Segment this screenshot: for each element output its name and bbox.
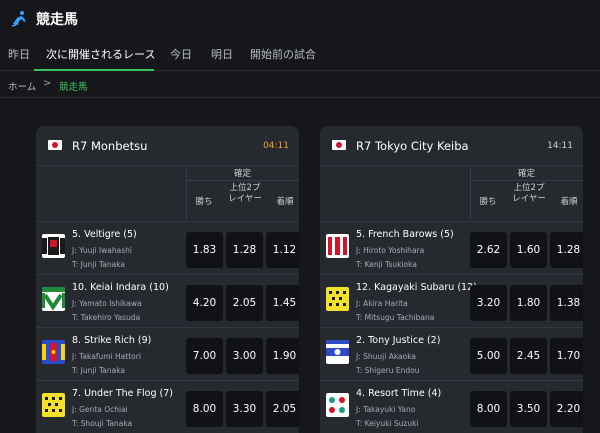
- tab-today[interactable]: 今日: [170, 46, 192, 62]
- odds-finish-button[interactable]: 1.70: [550, 338, 583, 374]
- race-card: R7 Tokyo City Keiba 14:11 確定勝ち 上位2プレイヤー着順 5.…: [320, 126, 583, 433]
- race-header[interactable]: R7 Monbetsu 04:11: [36, 126, 299, 166]
- place-column-header: 上位2プレイヤー: [228, 183, 262, 204]
- breadcrumb-current: 競走馬: [59, 82, 88, 93]
- runner-row: 12. Kagayaki Subaru (12) J: Akira Harita T…: [320, 274, 583, 327]
- jockey-name: J: Genta Ochiai: [72, 405, 128, 414]
- japan-flag-icon: [332, 140, 346, 150]
- tab-yesterday[interactable]: 昨日: [8, 46, 30, 62]
- jockey-name: J: Takayuki Yano: [356, 405, 416, 414]
- race-name: R7 Tokyo City Keiba: [356, 139, 469, 153]
- horse-racing-icon: [11, 11, 26, 27]
- market-group-header: 確定: [186, 167, 299, 181]
- top-bar: 競走馬: [0, 0, 600, 38]
- jockey-silk-icon: [326, 234, 349, 258]
- odds-place-button[interactable]: 2.45: [510, 338, 547, 374]
- trainer-name: T: Junji Tanaka: [72, 260, 126, 269]
- jockey-silk-icon: [326, 340, 349, 364]
- runner-row: 7. Under The Flog (7) J: Genta Ochiai T: S…: [36, 380, 299, 433]
- odds-finish-button[interactable]: 1.28: [550, 232, 583, 268]
- odds-place-button[interactable]: 3.00: [226, 338, 263, 374]
- race-start-time: 14:11: [547, 141, 573, 151]
- jockey-silk-icon: [326, 393, 349, 417]
- odds-win-button[interactable]: 1.83: [186, 232, 223, 268]
- odds-place-button[interactable]: 1.80: [510, 285, 547, 321]
- finish-column-header: 着順: [560, 197, 578, 207]
- tab-tomorrow[interactable]: 明日: [211, 46, 233, 62]
- odds-win-button[interactable]: 4.20: [186, 285, 223, 321]
- jockey-silk-icon: [326, 287, 349, 311]
- odds-win-button[interactable]: 7.00: [186, 338, 223, 374]
- trainer-name: T: Keiyuki Suzuki: [356, 419, 419, 428]
- runner-name[interactable]: 12. Kagayaki Subaru (12): [356, 282, 477, 293]
- runner-row: 5. French Barows (5) J: Hiroto Yoshihara T…: [320, 221, 583, 274]
- odds-win-button[interactable]: 8.00: [186, 391, 223, 427]
- race-card: R7 Monbetsu 04:11 確定勝ち 上位2プレイヤー着順 5. Veltigr…: [36, 126, 299, 433]
- runner-name[interactable]: 7. Under The Flog (7): [72, 388, 173, 399]
- runner-name[interactable]: 5. French Barows (5): [356, 229, 454, 240]
- odds-finish-button[interactable]: 2.20: [550, 391, 583, 427]
- place-column-header: 上位2プレイヤー: [512, 183, 546, 204]
- jockey-silk-icon: [42, 393, 65, 417]
- japan-flag-icon: [48, 140, 62, 150]
- tab-next-races[interactable]: 次に開催されるレース: [46, 46, 155, 62]
- jockey-name: J: Akira Harita: [356, 299, 408, 308]
- odds-finish-button[interactable]: 2.05: [266, 391, 299, 427]
- runner-row: 8. Strike Rich (9) J: Takafumi Hattori T: …: [36, 327, 299, 380]
- trainer-name: T: Takehiro Yasuda: [72, 313, 141, 322]
- jockey-name: J: Shuuji Akaoka: [356, 352, 417, 361]
- breadcrumb: ホーム > 競走馬: [0, 72, 600, 98]
- column-divider: [470, 168, 471, 220]
- runner-name[interactable]: 5. Veltigre (5): [72, 229, 137, 240]
- trainer-name: T: Shouji Tanaka: [72, 419, 133, 428]
- odds-finish-button[interactable]: 1.90: [266, 338, 299, 374]
- jockey-silk-icon: [42, 234, 65, 258]
- win-column-header: 勝ち: [195, 197, 213, 207]
- jockey-silk-icon: [42, 340, 65, 364]
- tab-upcoming[interactable]: 開始前の試合: [250, 46, 316, 62]
- runner-row: 2. Tony Justice (2) J: Shuuji Akaoka T: Sh…: [320, 327, 583, 380]
- column-divider: [186, 168, 187, 220]
- win-column-header: 勝ち: [479, 197, 497, 207]
- active-tab-indicator: [34, 69, 154, 71]
- jockey-silk-icon: [42, 287, 65, 311]
- odds-win-button[interactable]: 2.62: [470, 232, 507, 268]
- runner-name[interactable]: 4. Resort Time (4): [356, 388, 441, 399]
- race-start-time: 04:11: [263, 141, 289, 151]
- page-title: 競走馬: [36, 12, 78, 28]
- jockey-name: J: Yamato Ishikawa: [72, 299, 142, 308]
- chevron-right-icon: >: [43, 78, 52, 89]
- odds-place-button[interactable]: 2.05: [226, 285, 263, 321]
- finish-column-header: 着順: [276, 197, 294, 207]
- market-group-header: 確定: [470, 167, 583, 181]
- race-name: R7 Monbetsu: [72, 139, 148, 153]
- trainer-name: T: Junji Tanaka: [72, 366, 126, 375]
- odds-place-button[interactable]: 1.28: [226, 232, 263, 268]
- day-tabs: 昨日 次に開催されるレース 今日 明日 開始前の試合: [0, 38, 600, 71]
- runner-row: 10. Keiai Indara (10) J: Yamato Ishikawa T…: [36, 274, 299, 327]
- odds-place-button[interactable]: 3.50: [510, 391, 547, 427]
- odds-place-button[interactable]: 1.60: [510, 232, 547, 268]
- runner-row: 5. Veltigre (5) J: Yuuji Iwahashi T: Junji…: [36, 221, 299, 274]
- odds-win-button[interactable]: 8.00: [470, 391, 507, 427]
- runner-name[interactable]: 2. Tony Justice (2): [356, 335, 440, 346]
- trainer-name: T: Shigeru Endou: [356, 366, 420, 375]
- jockey-name: J: Takafumi Hattori: [72, 352, 141, 361]
- jockey-name: J: Hiroto Yoshihara: [356, 246, 425, 255]
- runner-name[interactable]: 10. Keiai Indara (10): [72, 282, 169, 293]
- odds-finish-button[interactable]: 1.12: [266, 232, 299, 268]
- odds-win-button[interactable]: 5.00: [470, 338, 507, 374]
- odds-finish-button[interactable]: 1.38: [550, 285, 583, 321]
- runner-row: 4. Resort Time (4) J: Takayuki Yano T: Kei…: [320, 380, 583, 433]
- odds-finish-button[interactable]: 1.45: [266, 285, 299, 321]
- race-header[interactable]: R7 Tokyo City Keiba 14:11: [320, 126, 583, 166]
- trainer-name: T: Mitsugu Tachibana: [356, 313, 435, 322]
- breadcrumb-home[interactable]: ホーム: [8, 79, 36, 93]
- odds-place-button[interactable]: 3.30: [226, 391, 263, 427]
- odds-win-button[interactable]: 3.20: [470, 285, 507, 321]
- trainer-name: T: Kenji Tsukioka: [356, 260, 417, 269]
- runner-name[interactable]: 8. Strike Rich (9): [72, 335, 151, 346]
- jockey-name: J: Yuuji Iwahashi: [72, 246, 132, 255]
